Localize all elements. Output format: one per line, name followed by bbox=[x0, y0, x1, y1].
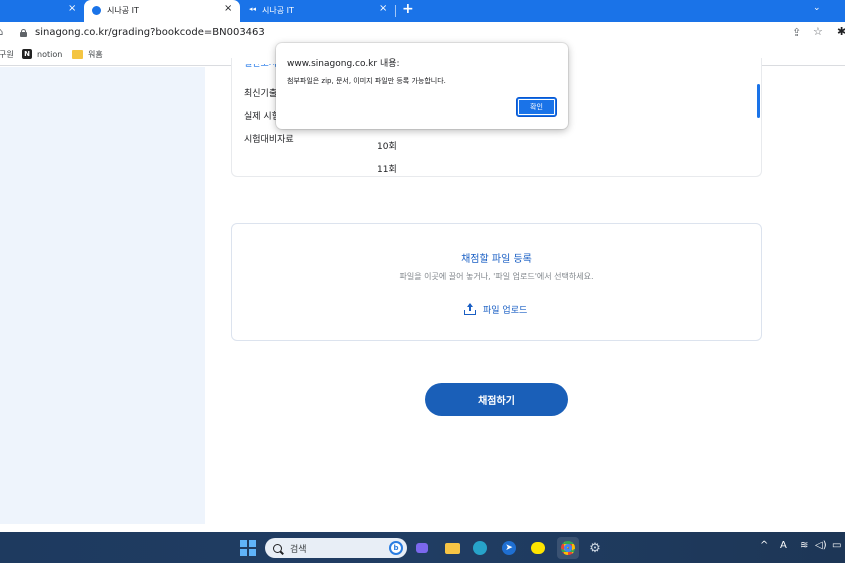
meet-icon[interactable] bbox=[413, 539, 431, 557]
upload-description: 파일을 이곳에 끌어 놓거나, '파일 업로드'에서 선택하세요. bbox=[399, 272, 594, 281]
chrome-icon[interactable] bbox=[557, 537, 579, 559]
home-icon[interactable]: ⌂ bbox=[0, 27, 3, 38]
bing-icon[interactable]: b bbox=[389, 541, 403, 555]
taskbar: 검색 b ➤ ⚙ ^ A ≋ ◁) ▭ bbox=[0, 532, 845, 563]
dialog-message: 첨부파일은 zip, 문서, 이미지 파일만 등록 가능합니다. bbox=[287, 77, 446, 85]
upload-title: 채점할 파일 등록 bbox=[461, 254, 532, 265]
taskbar-search[interactable]: 검색 b bbox=[265, 538, 407, 558]
edge-icon[interactable] bbox=[471, 539, 489, 557]
input-language-indicator[interactable]: A bbox=[780, 540, 787, 551]
scrollbar-thumb[interactable] bbox=[757, 84, 760, 118]
settings-gear-icon[interactable]: ⚙ bbox=[586, 539, 604, 557]
bookmark-item[interactable]: 구원 bbox=[0, 49, 14, 60]
tab-search-chevron-icon[interactable]: ⌄ bbox=[813, 3, 821, 13]
volume-icon[interactable]: ◁) bbox=[815, 540, 827, 551]
windows-start-icon[interactable] bbox=[240, 540, 256, 556]
folder-icon bbox=[72, 50, 83, 59]
file-explorer-icon[interactable] bbox=[443, 539, 461, 557]
lock-icon[interactable] bbox=[20, 29, 27, 37]
site-favicon-icon: ◂◂ bbox=[249, 5, 257, 13]
tab-active[interactable]: 시나공 IT × bbox=[84, 0, 240, 22]
wifi-icon[interactable]: ≋ bbox=[800, 540, 808, 551]
file-upload-button[interactable]: 파일 업로드 bbox=[464, 303, 527, 316]
bookmark-item-notion[interactable]: Nnotion bbox=[22, 49, 62, 59]
tab-separator bbox=[395, 5, 396, 17]
bookmark-star-icon[interactable]: ☆ bbox=[813, 25, 823, 38]
battery-icon[interactable]: ▭ bbox=[832, 540, 841, 551]
notion-icon: N bbox=[22, 49, 32, 59]
file-drop-zone[interactable]: 채점할 파일 등록 파일을 이곳에 끌어 놓거나, '파일 업로드'에서 선택하… bbox=[231, 223, 762, 341]
bookmark-folder[interactable]: 워홈 bbox=[72, 49, 103, 60]
tab-inactive[interactable]: ◂◂ 시나공 IT × bbox=[240, 0, 395, 22]
tray-chevron-up-icon[interactable]: ^ bbox=[760, 540, 768, 551]
tab-title: 시나공 IT bbox=[107, 6, 139, 15]
tab-bar: × 시나공 IT × ◂◂ 시나공 IT × + ⌄ bbox=[0, 0, 845, 22]
kakaotalk-icon[interactable] bbox=[529, 539, 547, 557]
share-icon[interactable]: ⇪ bbox=[792, 26, 801, 39]
extension-puzzle-icon[interactable]: ✱ bbox=[837, 25, 845, 38]
dialog-ok-button[interactable]: 확인 bbox=[516, 97, 557, 117]
search-icon bbox=[273, 543, 282, 553]
menu-item-exam-materials[interactable]: 시험대비자료 bbox=[244, 132, 294, 145]
tab-close-icon[interactable]: × bbox=[224, 3, 232, 14]
site-favicon-icon bbox=[92, 6, 101, 15]
menu-item-general-books[interactable]: 일반도서 bbox=[244, 64, 277, 70]
store-arrow-icon[interactable]: ➤ bbox=[500, 539, 518, 557]
menu-item-recent-exams[interactable]: 최신기출 bbox=[244, 86, 277, 99]
tab-previous[interactable]: × bbox=[0, 0, 84, 22]
left-panel bbox=[0, 67, 205, 524]
menu-item-real-exam[interactable]: 실제 시험 bbox=[244, 109, 280, 122]
alert-dialog: www.sinagong.co.kr 내용: 첨부파일은 zip, 문서, 이미… bbox=[276, 43, 568, 129]
grade-button[interactable]: 채점하기 bbox=[425, 383, 568, 416]
upload-icon bbox=[464, 303, 477, 315]
file-upload-label: 파일 업로드 bbox=[483, 306, 528, 316]
dialog-title: www.sinagong.co.kr 내용: bbox=[287, 59, 400, 69]
tab-title: 시나공 IT bbox=[262, 6, 294, 15]
tab-close-icon[interactable]: × bbox=[68, 3, 76, 14]
tab-close-icon[interactable]: × bbox=[379, 3, 387, 14]
sub-item-11[interactable]: 11회 bbox=[377, 162, 397, 175]
search-label: 검색 bbox=[290, 544, 307, 555]
url-field[interactable]: sinagong.co.kr/grading?bookcode=BN003463 bbox=[35, 27, 265, 38]
sub-item-10[interactable]: 10회 bbox=[377, 139, 397, 152]
new-tab-button[interactable]: + bbox=[402, 1, 414, 17]
